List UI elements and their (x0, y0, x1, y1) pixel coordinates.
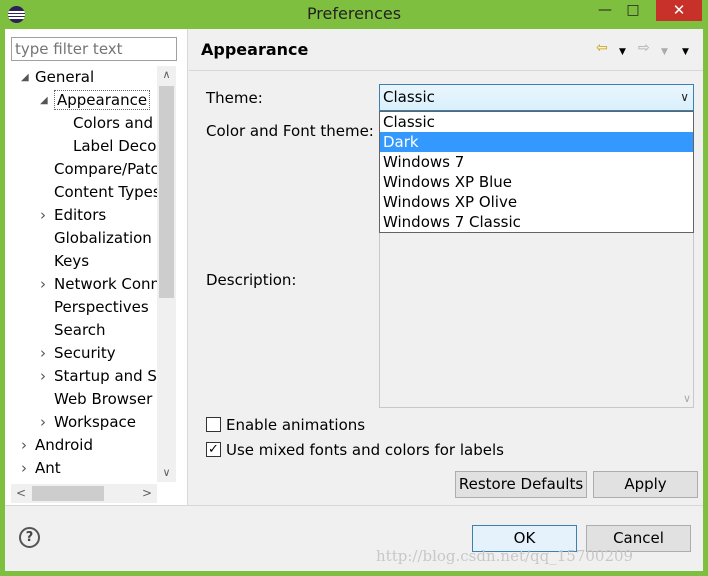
restore-defaults-button[interactable]: Restore Defaults (455, 471, 587, 498)
collapsed-twisty-icon[interactable]: › (40, 273, 46, 296)
enable-animations-checkbox[interactable] (206, 417, 221, 432)
forward-icon[interactable]: ⇨ (638, 40, 650, 56)
tree-item[interactable]: › Android (21, 434, 93, 457)
apply-button[interactable]: Apply (593, 471, 698, 498)
tree-item[interactable]: ◢ General (21, 66, 95, 89)
tree-item[interactable]: › Ant (21, 457, 61, 480)
tree-item[interactable]: › Editors (40, 204, 107, 227)
preference-tree: ◢ General ◢ Appearance Colors and Label Decor… (5, 66, 157, 482)
theme-option[interactable]: Windows 7 (380, 152, 693, 172)
theme-option[interactable]: Dark (380, 132, 693, 152)
collapsed-twisty-icon[interactable]: › (21, 457, 27, 480)
tree-item-label: Colors and (73, 114, 153, 132)
title-bar[interactable]: Preferences — □ ✕ (0, 0, 708, 29)
tree-item[interactable]: Compare/Patc (54, 158, 157, 181)
theme-option[interactable]: Windows XP Olive (380, 192, 693, 212)
tree-item-label: Android (35, 436, 93, 454)
collapsed-twisty-icon[interactable]: › (21, 434, 27, 457)
description-label: Description: (206, 271, 297, 289)
scroll-down-icon: ∨ (682, 392, 691, 405)
tree-item[interactable]: Label Decor (73, 135, 157, 158)
tree-item-label: General (35, 68, 95, 86)
theme-option[interactable]: Windows 7 Classic (380, 212, 693, 232)
view-menu-icon[interactable]: ▼ (682, 44, 689, 60)
expanded-twisty-icon[interactable]: ◢ (21, 66, 29, 89)
page-title: Appearance (201, 40, 309, 59)
scroll-right-icon[interactable]: > (137, 484, 157, 503)
theme-combo-value: Classic (383, 88, 435, 106)
tree-item-label: Startup and Sh (54, 367, 157, 385)
tree-item[interactable]: Colors and (73, 112, 153, 135)
collapsed-twisty-icon[interactable]: › (40, 342, 46, 365)
tree-item-label: Content Types (54, 183, 157, 201)
tree-item-label: Workspace (54, 413, 136, 431)
color-font-theme-label: Color and Font theme: (206, 122, 374, 140)
minimize-button[interactable]: — (592, 0, 618, 21)
tree-item-label: Search (54, 321, 106, 339)
tree-item-label: Label Decor (73, 137, 157, 155)
tree-item-label: Globalization (54, 229, 152, 247)
tree-item[interactable]: › Workspace (40, 411, 136, 434)
tree-item[interactable]: › Network Conn (40, 273, 157, 296)
tree-item[interactable]: Web Browser (54, 388, 152, 411)
collapsed-twisty-icon[interactable]: › (40, 204, 46, 227)
filter-input[interactable] (11, 37, 177, 61)
tree-horizontal-scrollbar[interactable]: < > (11, 484, 157, 503)
collapsed-twisty-icon[interactable]: › (40, 411, 46, 434)
tree-item[interactable]: › Startup and Sh (40, 365, 157, 388)
tree-item-label: Ant (35, 459, 61, 477)
divider (5, 505, 703, 506)
tree-item[interactable]: Content Types (54, 181, 157, 204)
close-button[interactable]: ✕ (656, 0, 702, 21)
scroll-thumb[interactable] (159, 86, 174, 298)
enable-animations-label[interactable]: Enable animations (226, 415, 365, 435)
tree-item[interactable]: Perspectives (54, 296, 149, 319)
mixed-fonts-checkbox[interactable]: ✓ (206, 442, 221, 457)
theme-option[interactable]: Windows XP Blue (380, 172, 693, 192)
back-icon[interactable]: ⇦ (596, 40, 608, 56)
mixed-fonts-label[interactable]: Use mixed fonts and colors for labels (226, 440, 504, 460)
tree-item[interactable]: Globalization (54, 227, 152, 250)
watermark: http://blog.csdn.net/qq_15700209 (376, 547, 634, 565)
tree-item-label: Compare/Patc (54, 160, 157, 178)
scroll-thumb-horizontal[interactable] (32, 486, 104, 501)
theme-label: Theme: (206, 89, 263, 107)
theme-combo[interactable]: Classic ∨ (379, 84, 694, 111)
theme-dropdown-list: Classic Dark Windows 7 Windows XP Blue Windo… (379, 111, 694, 233)
tree-item[interactable]: ◢ Appearance (40, 89, 151, 112)
tree-item[interactable]: Search (54, 319, 106, 342)
collapsed-twisty-icon[interactable]: › (40, 365, 46, 388)
maximize-button[interactable]: □ (620, 0, 646, 21)
tree-item-label: Network Conn (54, 275, 157, 293)
theme-option[interactable]: Classic (380, 112, 693, 132)
tree-item-label: Editors (54, 206, 107, 224)
tree-item-label: Appearance (54, 90, 151, 110)
tree-item-label: Keys (54, 252, 90, 270)
help-icon[interactable]: ? (19, 527, 40, 548)
tree-item[interactable]: › Security (40, 342, 116, 365)
tree-item-label: Perspectives (54, 298, 149, 316)
forward-menu-icon[interactable]: ▼ (661, 44, 668, 60)
scroll-left-icon[interactable]: < (11, 484, 31, 503)
chevron-down-icon: ∨ (680, 90, 689, 104)
description-box: ∨ (379, 232, 694, 408)
expanded-twisty-icon[interactable]: ◢ (40, 89, 48, 112)
tree-item-label: Security (54, 344, 116, 362)
scroll-down-icon[interactable]: ∨ (157, 464, 176, 482)
scroll-up-icon[interactable]: ∧ (157, 66, 176, 84)
tree-item-label: Web Browser (54, 390, 153, 408)
tree-item[interactable]: Keys (54, 250, 89, 273)
back-menu-icon[interactable]: ▼ (619, 44, 626, 60)
tree-vertical-scrollbar[interactable]: ∧ ∨ (157, 66, 176, 482)
